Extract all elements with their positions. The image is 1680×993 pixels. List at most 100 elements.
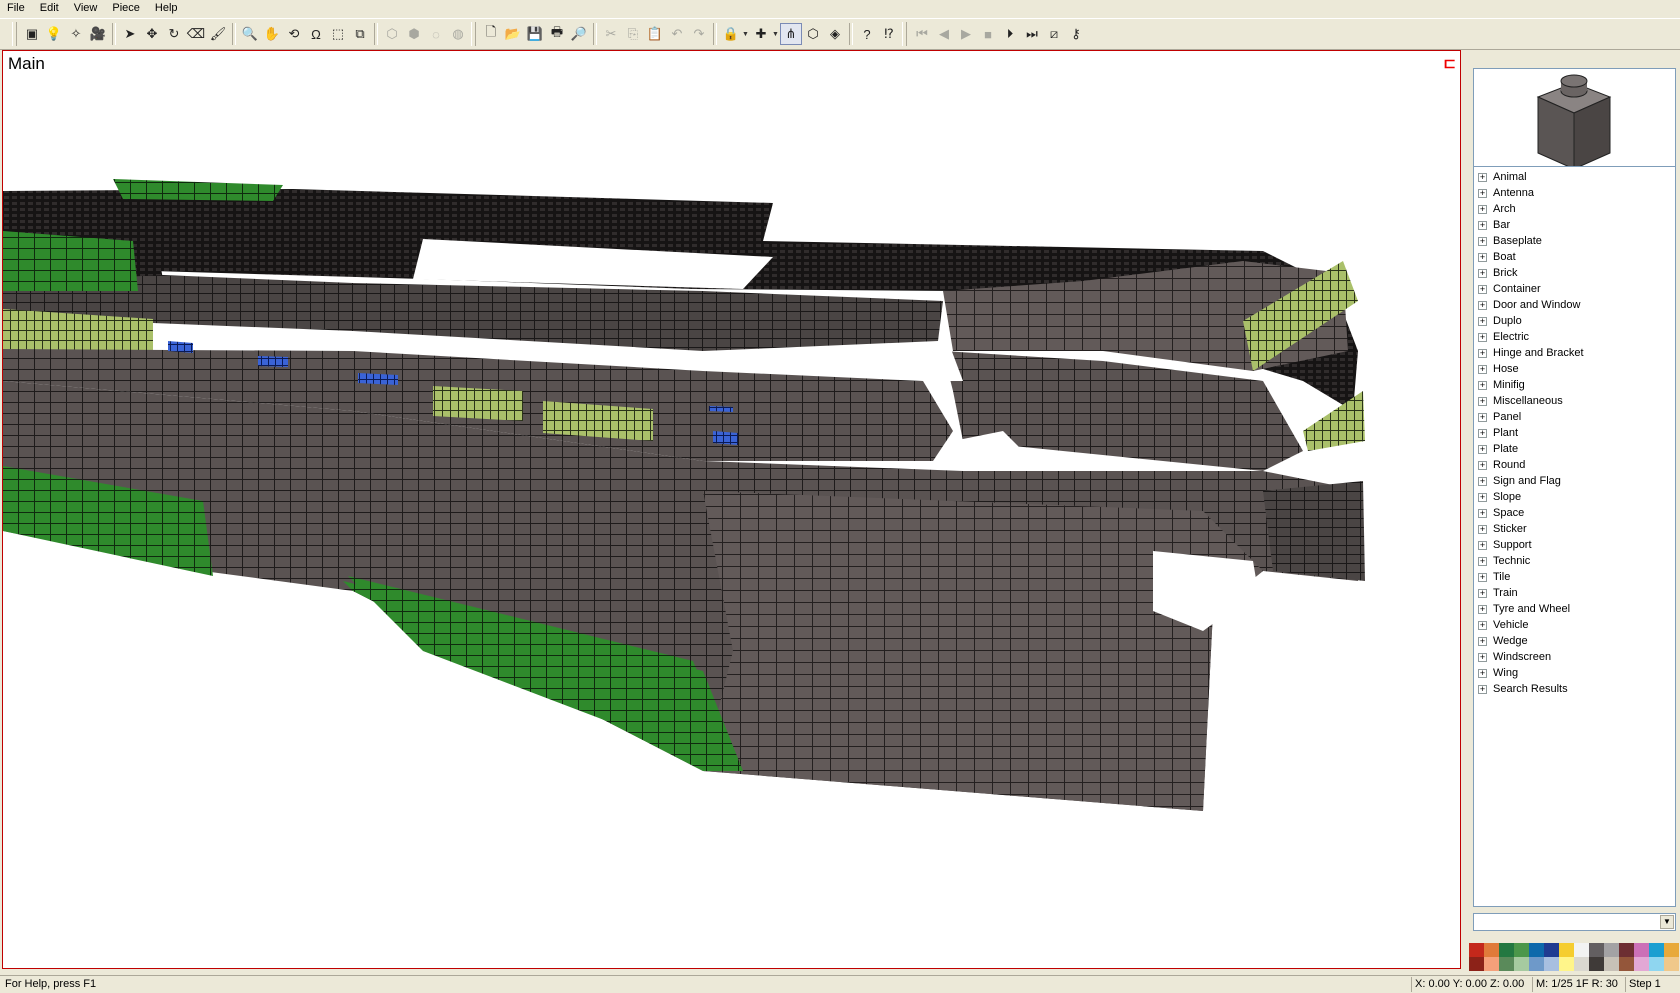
roll-icon[interactable]: Ω	[305, 23, 327, 45]
expand-icon[interactable]: +	[1478, 220, 1487, 230]
color-swatch[interactable]	[1499, 943, 1514, 957]
group-icon[interactable]: ⬡	[381, 23, 403, 45]
tree-item-sign-and-flag[interactable]: + Sign and Flag	[1474, 473, 1675, 489]
expand-icon[interactable]: +	[1478, 508, 1487, 518]
expand-icon[interactable]: +	[1478, 268, 1487, 278]
toolbar-grip[interactable]	[12, 22, 17, 46]
insert-piece-icon[interactable]: ▣	[21, 23, 43, 45]
color-swatch[interactable]	[1619, 957, 1634, 971]
open-file-icon[interactable]: 📂	[502, 23, 524, 45]
tree-item-sticker[interactable]: + Sticker	[1474, 521, 1675, 537]
expand-icon[interactable]: +	[1478, 524, 1487, 534]
zoom-extents-icon[interactable]: ⧉	[349, 23, 371, 45]
whats-this-icon[interactable]: ⁉	[878, 23, 900, 45]
color-swatch[interactable]	[1514, 957, 1529, 971]
tree-item-bar[interactable]: + Bar	[1474, 217, 1675, 233]
expand-icon[interactable]: +	[1478, 668, 1487, 678]
color-swatch[interactable]	[1484, 943, 1499, 957]
perspective-icon[interactable]: ⬡	[802, 23, 824, 45]
chevron-down-icon[interactable]: ▼	[742, 31, 750, 38]
color-swatch[interactable]	[1604, 957, 1619, 971]
expand-icon[interactable]: +	[1478, 684, 1487, 694]
rotate-view-icon[interactable]: ⟲	[283, 23, 305, 45]
tree-item-space[interactable]: + Space	[1474, 505, 1675, 521]
expand-icon[interactable]: +	[1478, 540, 1487, 550]
toolbar-grip[interactable]	[471, 22, 476, 46]
tree-item-baseplate[interactable]: + Baseplate	[1474, 233, 1675, 249]
move-icon[interactable]: ✥	[141, 23, 163, 45]
menu-file[interactable]: File	[0, 0, 33, 17]
tree-item-tyre-and-wheel[interactable]: + Tyre and Wheel	[1474, 601, 1675, 617]
tree-item-vehicle[interactable]: + Vehicle	[1474, 617, 1675, 633]
color-swatch[interactable]	[1484, 957, 1499, 971]
color-swatch[interactable]	[1634, 943, 1649, 957]
color-swatch[interactable]	[1619, 943, 1634, 957]
3d-viewport[interactable]: Main ⊏	[2, 50, 1461, 969]
snap-icon[interactable]: 🔒	[720, 23, 742, 45]
tree-item-plant[interactable]: + Plant	[1474, 425, 1675, 441]
tree-item-hinge-and-bracket[interactable]: + Hinge and Bracket	[1474, 345, 1675, 361]
expand-icon[interactable]: +	[1478, 284, 1487, 294]
color-swatch[interactable]	[1499, 957, 1514, 971]
zoom-icon[interactable]: 🔍	[239, 23, 261, 45]
color-swatch[interactable]	[1559, 957, 1574, 971]
chevron-down-icon[interactable]: ▼	[1660, 915, 1674, 929]
expand-icon[interactable]: +	[1478, 412, 1487, 422]
select-icon[interactable]: ➤	[119, 23, 141, 45]
color-swatch[interactable]	[1634, 957, 1649, 971]
color-swatch[interactable]	[1514, 943, 1529, 957]
expand-icon[interactable]: +	[1478, 316, 1487, 326]
paint-icon[interactable]: 🖌	[207, 23, 229, 45]
insert-step-icon[interactable]: ⧄	[1043, 23, 1065, 45]
tree-item-minifig[interactable]: + Minifig	[1474, 377, 1675, 393]
tree-item-support[interactable]: + Support	[1474, 537, 1675, 553]
tree-item-tile[interactable]: + Tile	[1474, 569, 1675, 585]
color-swatch[interactable]	[1649, 943, 1664, 957]
key-icon[interactable]: ⚷	[1065, 23, 1087, 45]
expand-icon[interactable]: +	[1478, 380, 1487, 390]
unhide-icon[interactable]: ◍	[447, 23, 469, 45]
zoom-region-icon[interactable]: ⬚	[327, 23, 349, 45]
menu-edit[interactable]: Edit	[33, 0, 67, 17]
save-file-icon[interactable]: 💾	[524, 23, 546, 45]
expand-icon[interactable]: +	[1478, 652, 1487, 662]
toolbar-grip[interactable]	[902, 22, 907, 46]
expand-icon[interactable]: +	[1478, 492, 1487, 502]
tree-item-brick[interactable]: + Brick	[1474, 265, 1675, 281]
expand-icon[interactable]: +	[1478, 556, 1487, 566]
camera-icon[interactable]: 🎥	[87, 23, 109, 45]
previous-step-icon[interactable]: ◀	[933, 23, 955, 45]
expand-icon[interactable]: +	[1478, 444, 1487, 454]
color-swatch[interactable]	[1664, 943, 1679, 957]
pan-icon[interactable]: ✋	[261, 23, 283, 45]
tree-item-hose[interactable]: + Hose	[1474, 361, 1675, 377]
color-swatch[interactable]	[1529, 943, 1544, 957]
color-swatch[interactable]	[1604, 943, 1619, 957]
spotlight-icon[interactable]: ✧	[65, 23, 87, 45]
menu-help[interactable]: Help	[148, 0, 186, 17]
help-icon[interactable]: ?	[856, 23, 878, 45]
expand-icon[interactable]: +	[1478, 572, 1487, 582]
menu-piece[interactable]: Piece	[105, 0, 148, 17]
rotate-icon[interactable]: ↻	[163, 23, 185, 45]
paste-icon[interactable]: 📋	[644, 23, 666, 45]
ungroup-icon[interactable]: ⬢	[403, 23, 425, 45]
expand-icon[interactable]: +	[1478, 604, 1487, 614]
tree-item-duplo[interactable]: + Duplo	[1474, 313, 1675, 329]
color-swatch[interactable]	[1589, 943, 1604, 957]
piece-category-tree[interactable]: + Animal + Antenna + Arch + Bar + Baseplate + Boat +…	[1473, 166, 1676, 907]
first-step-icon[interactable]: ⏮	[911, 23, 933, 45]
tree-item-boat[interactable]: + Boat	[1474, 249, 1675, 265]
expand-icon[interactable]: +	[1478, 476, 1487, 486]
expand-icon[interactable]: +	[1478, 588, 1487, 598]
expand-icon[interactable]: +	[1478, 460, 1487, 470]
expand-icon[interactable]: +	[1478, 300, 1487, 310]
last-step-icon[interactable]: ⏭	[1021, 23, 1043, 45]
tree-item-panel[interactable]: + Panel	[1474, 409, 1675, 425]
tree-item-door-and-window[interactable]: + Door and Window	[1474, 297, 1675, 313]
expand-icon[interactable]: +	[1478, 636, 1487, 646]
tree-item-electric[interactable]: + Electric	[1474, 329, 1675, 345]
tree-item-slope[interactable]: + Slope	[1474, 489, 1675, 505]
viewport-split-icon[interactable]: ⊏	[1443, 54, 1456, 72]
color-swatch[interactable]	[1559, 943, 1574, 957]
